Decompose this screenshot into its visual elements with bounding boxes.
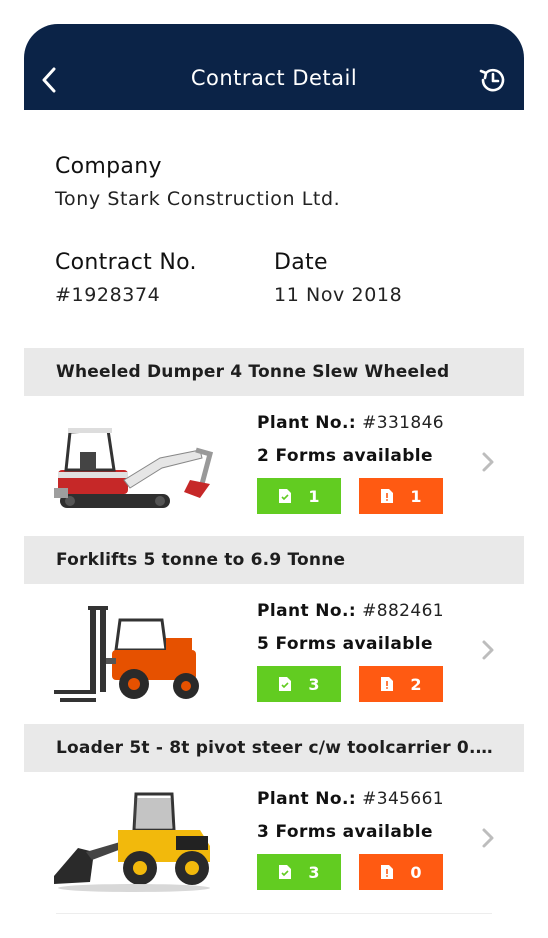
forms-available: 2 Forms available <box>257 446 433 466</box>
completed-forms-badge[interactable]: 1 <box>257 478 341 514</box>
mini-excavator-image <box>54 428 214 508</box>
plant-number-row: Plant No.: #345661 <box>257 789 444 809</box>
chevron-right-icon <box>482 640 494 660</box>
plant-number: #345661 <box>362 789 445 809</box>
forklift-image <box>54 606 199 702</box>
contract-block: Contract No. #1928374 <box>55 250 197 306</box>
completed-count: 1 <box>308 486 320 506</box>
plant-label: Plant No.: <box>257 789 357 809</box>
page-title: Contract Detail <box>190 66 358 90</box>
contract-label: Contract No. <box>55 250 197 275</box>
pending-count: 2 <box>410 674 422 694</box>
chevron-right-icon <box>482 452 494 472</box>
pending-forms-badge[interactable]: 0 <box>359 854 443 890</box>
company-name: Tony Stark Construction Ltd. <box>55 188 341 210</box>
equipment-title: Wheeled Dumper 4 Tonne Slew Wheeled <box>56 362 450 382</box>
company-block: Company Tony Stark Construction Ltd. <box>55 154 340 210</box>
forms-available: 3 Forms available <box>257 822 433 842</box>
equipment-item[interactable]: Plant No.: #882461 5 Forms available 3 2 <box>24 584 524 724</box>
completed-count: 3 <box>308 674 320 694</box>
equipment-title: Loader 5t - 8t pivot steer c/w toolcarri… <box>56 738 494 758</box>
equipment-title: Forklifts 5 tonne to 6.9 Tonne <box>56 550 346 570</box>
plant-label: Plant No.: <box>257 413 357 433</box>
contract-number: #1928374 <box>55 284 161 306</box>
document-alert-icon <box>381 677 394 691</box>
completed-count: 3 <box>308 862 320 882</box>
company-label: Company <box>55 154 162 179</box>
plant-number: #331846 <box>362 413 445 433</box>
plant-number: #882461 <box>362 601 445 621</box>
document-alert-icon <box>381 489 394 503</box>
plant-number-row: Plant No.: #882461 <box>257 601 444 621</box>
pending-forms-badge[interactable]: 1 <box>359 478 443 514</box>
document-check-icon <box>279 865 292 879</box>
date-value: 11 Nov 2018 <box>274 284 403 306</box>
completed-forms-badge[interactable]: 3 <box>257 854 341 890</box>
pending-count: 0 <box>410 862 422 882</box>
chevron-right-icon <box>482 828 494 848</box>
equipment-item[interactable]: Plant No.: #345661 3 Forms available 3 0 <box>24 772 524 912</box>
section-header: Forklifts 5 tonne to 6.9 Tonne <box>24 536 524 584</box>
contract-detail-screen: Contract Detail Company Tony Stark Const… <box>24 24 524 938</box>
document-check-icon <box>279 489 292 503</box>
completed-forms-badge[interactable]: 3 <box>257 666 341 702</box>
history-button[interactable] <box>476 64 508 96</box>
section-header: Loader 5t - 8t pivot steer c/w toolcarri… <box>24 724 524 772</box>
section-header: Wheeled Dumper 4 Tonne Slew Wheeled <box>24 348 524 396</box>
divider <box>56 913 492 914</box>
forms-available: 5 Forms available <box>257 634 433 654</box>
document-alert-icon <box>381 865 394 879</box>
equipment-item[interactable]: Plant No.: #331846 2 Forms available 1 1 <box>24 396 524 536</box>
pending-forms-badge[interactable]: 2 <box>359 666 443 702</box>
plant-label: Plant No.: <box>257 601 357 621</box>
date-block: Date 11 Nov 2018 <box>274 250 402 306</box>
wheel-loader-image <box>54 792 210 892</box>
app-header: Contract Detail <box>24 24 524 110</box>
date-label: Date <box>274 250 328 275</box>
pending-count: 1 <box>410 486 422 506</box>
plant-number-row: Plant No.: #331846 <box>257 413 444 433</box>
document-check-icon <box>279 677 292 691</box>
history-icon <box>479 68 505 92</box>
